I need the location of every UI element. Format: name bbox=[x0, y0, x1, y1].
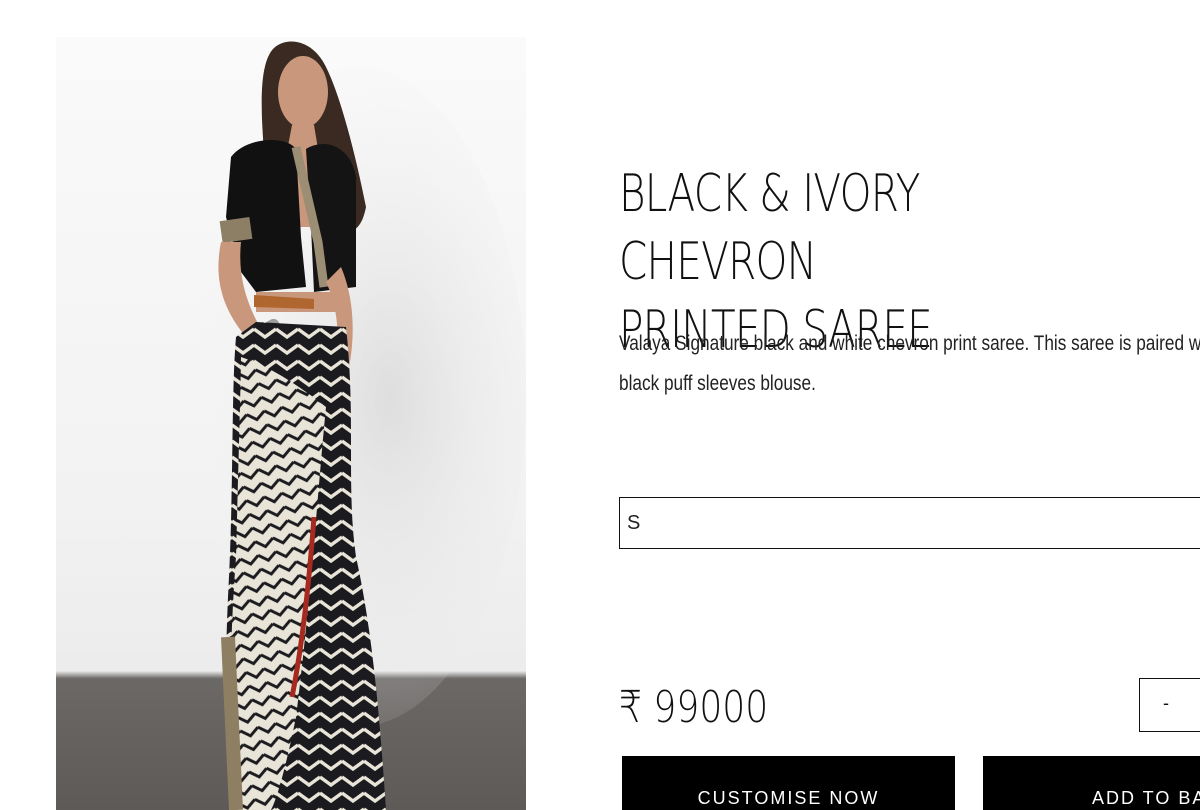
quantity-decrement-button[interactable]: - bbox=[1160, 691, 1172, 715]
product-price: ₹ 99000 bbox=[619, 682, 769, 733]
size-select[interactable]: S bbox=[619, 497, 1200, 549]
product-photo-illustration bbox=[186, 41, 526, 810]
product-image[interactable] bbox=[56, 37, 526, 810]
product-description: Valaya Signature black and white chevron… bbox=[619, 332, 1200, 395]
customise-now-button[interactable]: CUSTOMISE NOW bbox=[622, 756, 955, 810]
add-to-bag-button[interactable]: ADD TO BAG bbox=[983, 756, 1200, 810]
size-selected-value: S bbox=[627, 512, 641, 534]
quantity-stepper[interactable]: - bbox=[1139, 678, 1200, 732]
product-page: BLACK & IVORY CHEVRON PRINTED SAREE Vala… bbox=[0, 0, 1200, 810]
